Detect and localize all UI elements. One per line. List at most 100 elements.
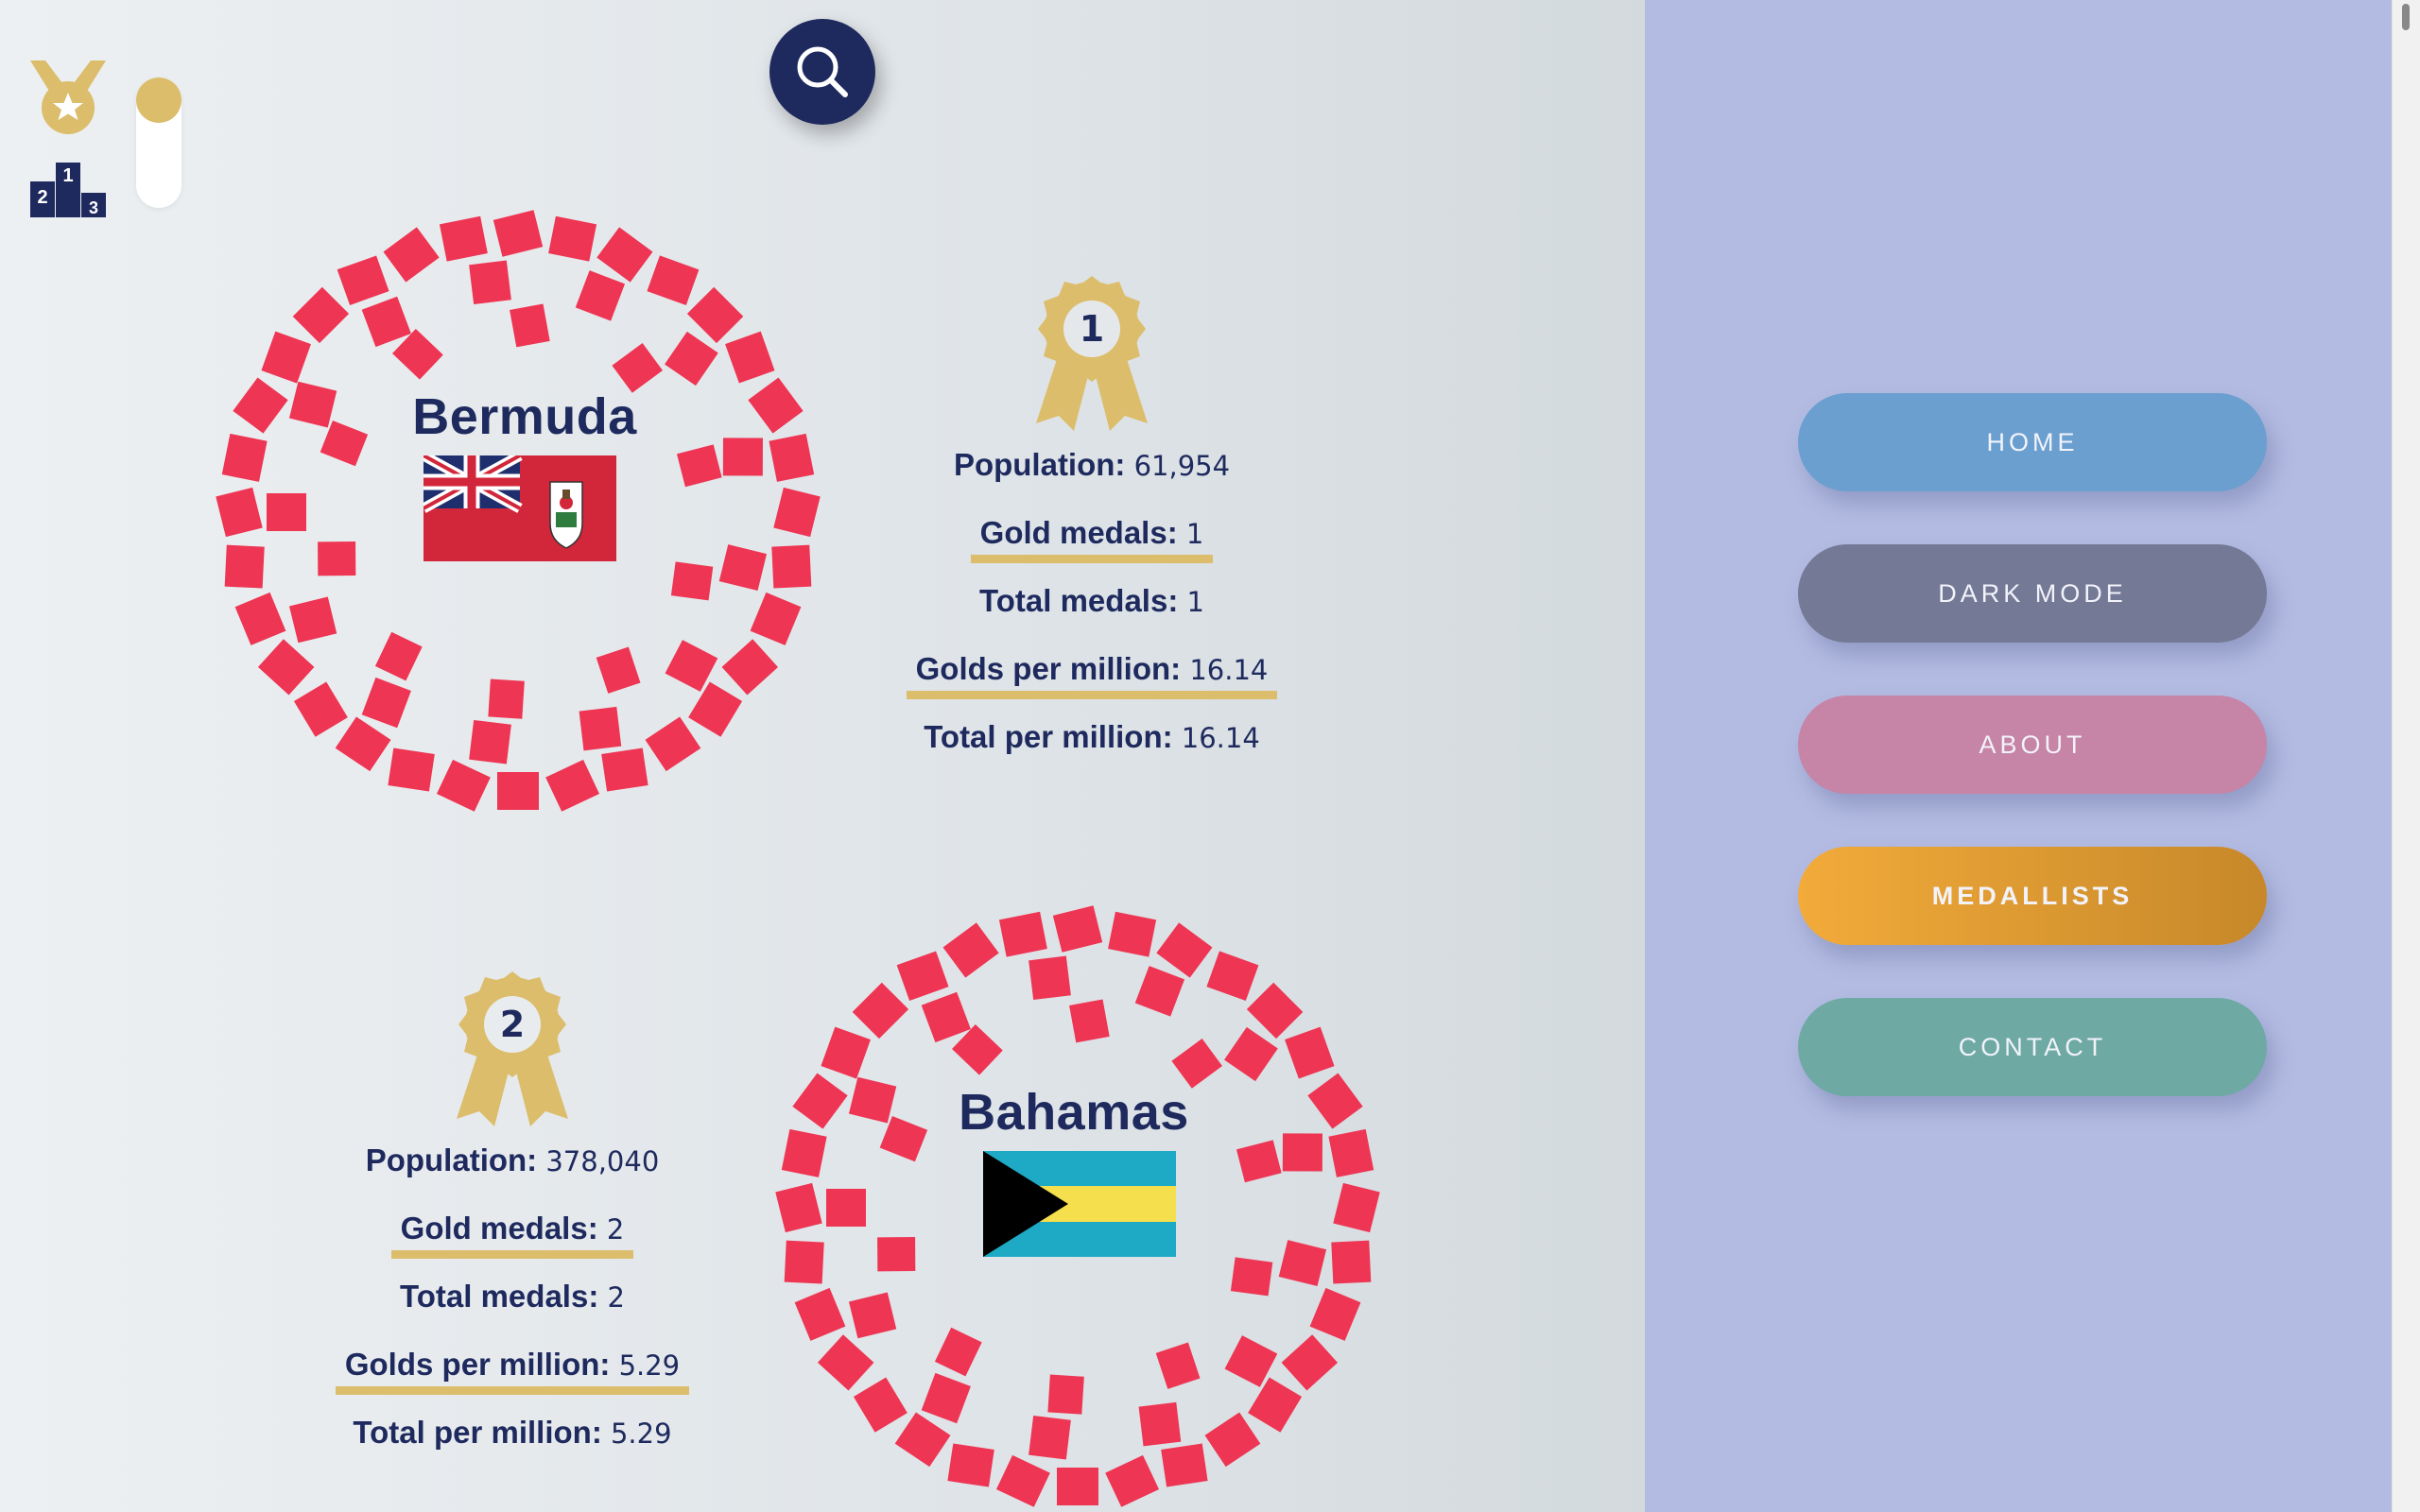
wreath-cell — [1331, 1240, 1372, 1284]
wreath-cell — [688, 681, 743, 737]
nav-about-button[interactable]: ABOUT — [1798, 696, 2267, 794]
podium-icon[interactable]: 1 2 3 — [30, 161, 106, 217]
scrollbar-thumb[interactable] — [2402, 4, 2410, 30]
stat-population: Population: 378,040 — [365, 1143, 660, 1177]
wreath-cell — [1204, 1412, 1261, 1468]
stat-gold-medals: Gold medals: 2 — [285, 1194, 739, 1263]
wreath-cell — [318, 541, 356, 576]
wreath-cell — [439, 215, 488, 262]
wreath-cell — [1171, 1039, 1222, 1089]
medal-icon[interactable] — [28, 59, 108, 138]
sort-toggle[interactable] — [136, 77, 182, 208]
wreath-cell — [601, 747, 648, 792]
wreath-cell — [612, 343, 663, 393]
wreath-cell — [361, 296, 411, 348]
country-stats: Population: 61,954 Gold medals: 1 Total … — [865, 431, 1319, 771]
wreath-cell — [722, 438, 763, 476]
stat-total-medals: Total medals: 1 — [979, 583, 1204, 618]
wreath-cell — [947, 1443, 994, 1487]
wreath-cell — [848, 1076, 897, 1124]
bermuda-flag — [424, 455, 616, 561]
stat-golds-per-million: Golds per million: 5.29 — [285, 1331, 739, 1399]
nav-dark-mode-button[interactable]: DARK MODE — [1798, 544, 2267, 643]
wreath-cell — [1246, 982, 1304, 1040]
wreath-cell — [1161, 1443, 1208, 1487]
wreath-cell — [852, 982, 909, 1040]
wreath-cell — [817, 1334, 874, 1391]
wreath-cell — [292, 286, 350, 344]
toggle-knob[interactable] — [136, 77, 182, 123]
wreath-cell — [1105, 1454, 1160, 1507]
wreath-cell — [676, 444, 722, 488]
wreath-cell — [1282, 1133, 1322, 1172]
wreath-cell — [216, 487, 263, 538]
wreath-cell — [794, 1287, 846, 1341]
wreath-cell — [995, 1454, 1050, 1507]
wreath-cell — [1307, 1073, 1363, 1129]
wreath-cell — [1069, 999, 1110, 1043]
podium-label-1: 1 — [62, 165, 73, 186]
search-button[interactable] — [769, 19, 875, 125]
wreath-cell — [1278, 1240, 1327, 1287]
wreath-cell — [896, 951, 949, 1001]
wreath-cell — [942, 922, 999, 978]
wreath-cell — [257, 639, 315, 696]
nav-home-button[interactable]: HOME — [1798, 393, 2267, 491]
bahamas-flag — [983, 1151, 1176, 1257]
wreath-cell — [1155, 1342, 1201, 1389]
wreath-cell — [645, 716, 701, 772]
wreath-cell — [221, 433, 268, 482]
nav-contact-button[interactable]: CONTACT — [1798, 998, 2267, 1096]
wreath-cell — [848, 1292, 897, 1339]
wreath-cell — [267, 493, 306, 531]
wreath-cell — [750, 592, 802, 645]
wreath-cell — [234, 592, 286, 645]
podium-label-3: 3 — [89, 198, 98, 217]
wreath-cell — [361, 677, 411, 729]
wreath-cell — [748, 377, 804, 434]
wreath-cell — [1281, 1334, 1339, 1391]
wreath-cell — [718, 544, 768, 592]
wreath-cell — [877, 1237, 916, 1272]
stat-total-per-million: Total per million: 5.29 — [353, 1415, 672, 1450]
wreath-cell — [288, 381, 337, 428]
wreath-cell — [337, 255, 389, 305]
wreath-cell — [545, 759, 600, 812]
wreath-cell — [1248, 1377, 1303, 1433]
rank-rosette-icon: 2 — [457, 971, 568, 1126]
wreath-cell — [670, 561, 714, 601]
wreath-cell — [436, 759, 491, 812]
wreath-cell — [647, 255, 700, 305]
wreath-cell — [781, 1128, 827, 1177]
wreath-cell — [293, 681, 348, 737]
scrollbar[interactable] — [2392, 0, 2420, 1512]
wreath-cell — [934, 1327, 982, 1377]
wreath-cell — [224, 544, 265, 589]
wreath-cell — [488, 679, 525, 719]
wreath-cell — [1285, 1026, 1335, 1079]
wreath-cell — [721, 639, 779, 696]
country-name: Bahamas — [959, 1084, 1189, 1141]
wreath-cell — [374, 631, 423, 681]
stat-population: Population: 61,954 — [953, 447, 1231, 482]
wreath-cell — [769, 433, 815, 482]
wreath-cell — [725, 331, 775, 384]
wreath-cell — [1236, 1140, 1282, 1183]
wreath-cell — [665, 331, 718, 387]
wreath-cell — [1057, 1468, 1098, 1505]
stat-golds-per-million: Golds per million: 16.14 — [865, 635, 1319, 703]
stat-gold-medals: Gold medals: 1 — [865, 499, 1319, 567]
wreath-cell — [548, 215, 597, 262]
wreath-cell — [1028, 955, 1071, 1001]
wreath-cell — [894, 1412, 951, 1468]
wreath-cell — [821, 1026, 871, 1079]
wreath-cell — [383, 227, 440, 283]
wreath-cell — [1328, 1128, 1374, 1177]
wreath-cell — [335, 716, 391, 772]
wreath-cell — [1230, 1257, 1273, 1297]
wreath-cell — [233, 377, 288, 434]
wreath-cell — [1156, 922, 1213, 978]
nav-medallists-button[interactable]: MEDALLISTS — [1798, 847, 2267, 945]
main-content: 1 2 3 Bermuda 1 Population: 61,954 Gold … — [0, 0, 1645, 1512]
wreath-cell — [1052, 905, 1103, 953]
